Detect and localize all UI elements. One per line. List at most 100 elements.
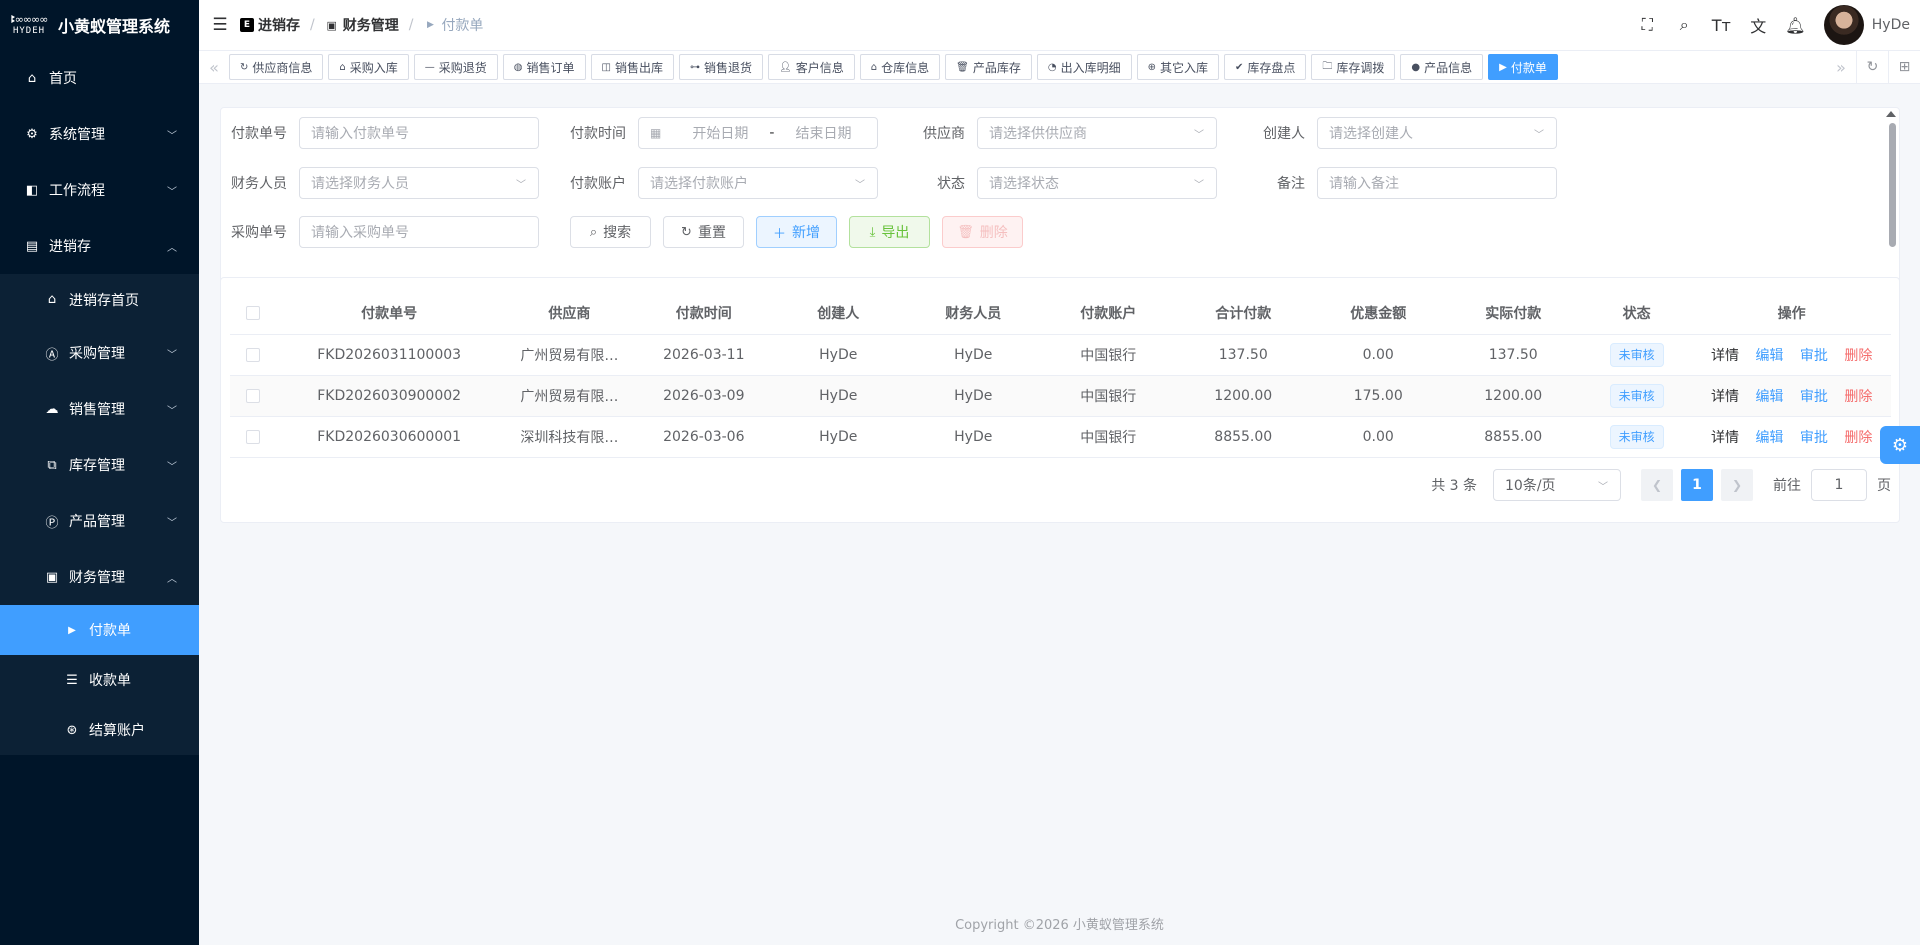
sidebar-item-receipt[interactable]: ☰ 收款单: [0, 655, 199, 705]
bell-icon[interactable]: 🔔︎: [1777, 16, 1814, 35]
form-item-payment-no: 付款单号 请输入付款单号: [231, 117, 539, 149]
row-select-cell[interactable]: [230, 375, 277, 417]
account-select[interactable]: 请选择付款账户 ﹀: [638, 167, 878, 199]
sidebar-item-payment[interactable]: ▶ 付款单: [0, 605, 199, 655]
user-name[interactable]: HyDe: [1872, 17, 1910, 33]
delete-link[interactable]: 删除: [1844, 348, 1872, 364]
form-item-purchase-no: 采购单号 请输入采购单号: [231, 216, 539, 248]
fullscreen-icon[interactable]: ⛶: [1629, 15, 1666, 35]
breadcrumb-finance[interactable]: ▣ 财务管理: [325, 15, 399, 35]
sidebar-item-home[interactable]: ⌂ 首页: [0, 50, 199, 106]
page-jump-input[interactable]: 1: [1811, 469, 1867, 501]
breadcrumb-inventory[interactable]: E 进销存: [240, 15, 300, 35]
purchase-no-input[interactable]: 请输入采购单号: [299, 216, 539, 248]
delete-link[interactable]: 删除: [1844, 389, 1872, 405]
select-all-cell[interactable]: [230, 292, 277, 335]
edit-link[interactable]: 编辑: [1755, 430, 1783, 446]
remark-input[interactable]: 请输入备注: [1317, 167, 1557, 199]
row-select-cell[interactable]: [230, 416, 277, 458]
tag-purchase-in[interactable]: ⌂ 采购入库: [328, 54, 409, 80]
sidebar-item-inventory-home[interactable]: ⌂ 进销存首页: [0, 274, 199, 325]
detail-link[interactable]: 详情: [1711, 348, 1739, 364]
col-account: 付款账户: [1041, 292, 1176, 335]
search-icon[interactable]: ⌕: [1666, 15, 1703, 35]
sidebar-item-workflow[interactable]: ◧ 工作流程 ﹀: [0, 162, 199, 218]
row-checkbox[interactable]: [246, 388, 261, 403]
row-checkbox[interactable]: [246, 429, 261, 444]
scroll-up-icon[interactable]: [1886, 111, 1896, 117]
tag-warehouse-info[interactable]: ⌂ 仓库信息: [859, 54, 941, 80]
edit-link[interactable]: 编辑: [1755, 348, 1783, 364]
tag-purchase-return[interactable]: — 采购退货: [413, 54, 498, 80]
grid-icon[interactable]: ⊞: [1888, 50, 1920, 84]
page-size-select[interactable]: 10条/页 ﹀: [1493, 469, 1621, 501]
tag-supplier-info[interactable]: ↻ 供应商信息: [229, 54, 324, 80]
inventory-submenu: ⌂ 进销存首页 Ⓐ 采购管理 ﹀ ☁ 销售管理 ﹀ ⧉ 库存管理 ﹀ Ⓟ 产品管…: [0, 274, 199, 605]
hamburger-icon[interactable]: ☰: [200, 15, 240, 35]
logo[interactable]: ꔪ∞∞∞∞ HYDEH 小黄蚁管理系统: [0, 0, 199, 50]
delete-link[interactable]: 删除: [1844, 430, 1872, 446]
sidebar-item-stock[interactable]: ⧉ 库存管理 ﹀: [0, 437, 199, 493]
sidebar-item-finance[interactable]: ▣ 财务管理 ︿: [0, 549, 199, 605]
cell-account: 中国银行: [1041, 416, 1176, 458]
tag-sales-out[interactable]: ◫ 销售出库: [590, 54, 675, 80]
sidebar-item-system[interactable]: ⚙ 系统管理 ﹀: [0, 106, 199, 162]
sidebar-item-settlement[interactable]: ⊛ 结算账户: [0, 705, 199, 755]
refresh-icon[interactable]: ↻: [1856, 50, 1888, 84]
cell-actions: 详情 编辑 审批 删除: [1692, 416, 1891, 458]
edit-link[interactable]: 编辑: [1755, 389, 1783, 405]
tag-inout-detail[interactable]: ◔ 出入库明细: [1036, 54, 1132, 80]
approve-link[interactable]: 审批: [1800, 430, 1828, 446]
status-select[interactable]: 请选择状态 ﹀: [977, 167, 1217, 199]
avatar[interactable]: [1823, 5, 1864, 45]
approve-link[interactable]: 审批: [1800, 389, 1828, 405]
cell-discount: 0.00: [1311, 334, 1446, 376]
supplier-select[interactable]: 请选择供供应商 ﹀: [977, 117, 1217, 149]
detail-link[interactable]: 详情: [1711, 389, 1739, 405]
sidebar-item-inventory[interactable]: ▤ 进销存 ︿: [0, 218, 199, 274]
tag-sales-order[interactable]: ◍ 销售订单: [502, 54, 586, 80]
search-button[interactable]: ⌕ 搜索: [570, 216, 651, 248]
page-number-current[interactable]: 1: [1681, 469, 1713, 501]
tag-other-in[interactable]: ⊕ 其它入库: [1136, 54, 1219, 80]
chevron-up-icon: ︿: [167, 573, 177, 585]
tag-product-stock[interactable]: 🗑︎ 产品库存: [945, 54, 1032, 80]
scroll-thumb[interactable]: [1889, 123, 1896, 247]
form-item-account: 付款账户 请选择付款账户 ﹀: [570, 167, 878, 199]
tags-scroll-right-icon[interactable]: »: [1826, 58, 1856, 77]
translate-icon[interactable]: 文: [1740, 13, 1777, 37]
payment-time-range[interactable]: ▦ 开始日期 - 结束日期: [638, 117, 878, 149]
sidebar-item-purchase[interactable]: Ⓐ 采购管理 ﹀: [0, 325, 199, 381]
tags-scroll-left-icon[interactable]: «: [199, 58, 229, 77]
tag-customer-info[interactable]: 👤︎ 客户信息: [768, 54, 855, 80]
sidebar-item-sales[interactable]: ☁ 销售管理 ﹀: [0, 381, 199, 437]
table-row: FKD2026030900002 广州贸易有限… 2026-03-09 HyDe…: [230, 375, 1891, 417]
creator-select[interactable]: 请选择创建人 ﹀: [1317, 117, 1557, 149]
chevron-down-icon: ﹀: [1598, 481, 1608, 493]
delete-button[interactable]: 🗑︎ 删除: [942, 216, 1023, 248]
reset-button[interactable]: ↻ 重置: [663, 216, 744, 248]
row-select-cell[interactable]: [230, 334, 277, 376]
cell-payment-no: FKD2026030600001: [276, 416, 503, 458]
sidebar-item-product[interactable]: Ⓟ 产品管理 ﹀: [0, 493, 199, 549]
detail-link[interactable]: 详情: [1711, 430, 1739, 446]
finance-person-select[interactable]: 请选择财务人员 ﹀: [299, 167, 539, 199]
next-page-button[interactable]: ❯: [1721, 469, 1753, 501]
settings-gear-button[interactable]: ⚙: [1880, 426, 1920, 464]
tag-sales-return[interactable]: ⊶ 销售退货: [679, 54, 764, 80]
tag-stock-transfer[interactable]: 🗀 库存调拨: [1311, 54, 1396, 80]
tag-stock-check[interactable]: ✔ 库存盘点: [1224, 54, 1307, 80]
finance-icon: ▣: [326, 18, 337, 32]
approve-link[interactable]: 审批: [1800, 348, 1828, 364]
col-actions: 操作: [1692, 292, 1891, 335]
tag-payment[interactable]: ▶ 付款单: [1488, 54, 1558, 80]
prev-page-button[interactable]: ❮: [1641, 469, 1673, 501]
export-button[interactable]: ⤓ 导出: [849, 216, 930, 248]
add-button[interactable]: ＋新增: [756, 216, 837, 248]
row-checkbox[interactable]: [246, 347, 261, 362]
payment-no-input[interactable]: 请输入付款单号: [299, 117, 539, 149]
select-all-checkbox[interactable]: [246, 305, 261, 320]
chevron-down-icon: ﹀: [167, 517, 177, 529]
font-size-icon[interactable]: Tт: [1703, 16, 1740, 35]
tag-product-info[interactable]: ● 产品信息: [1400, 54, 1484, 80]
